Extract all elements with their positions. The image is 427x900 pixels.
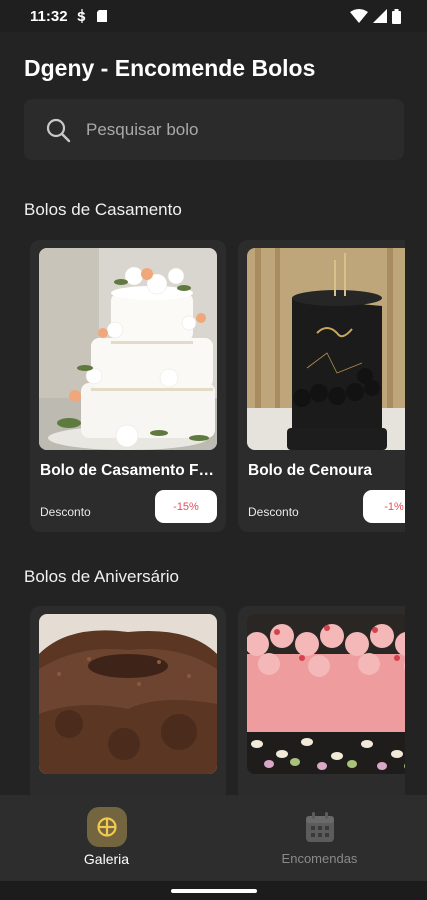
battery-icon	[392, 8, 401, 24]
bottom-nav: Galeria Encomendas	[0, 795, 427, 881]
status-right	[350, 8, 401, 24]
wifi-icon	[350, 9, 368, 23]
cake-card[interactable]	[30, 606, 226, 796]
page-title: Dgeny - Encomende Bolos	[24, 55, 316, 81]
discount-label: Desconto	[248, 505, 299, 519]
black-cake-illustration	[247, 248, 405, 450]
wedding-cake-illustration	[39, 248, 217, 450]
pink-cake-illustration	[247, 614, 405, 774]
search-input[interactable]	[86, 119, 366, 140]
cake-name: Bolo de Casamento Floral	[40, 462, 218, 479]
status-left: 11:32 S	[30, 8, 108, 25]
status-time: 11:32	[30, 7, 68, 25]
nav-item-galeria[interactable]: Galeria	[0, 795, 213, 881]
nav-icon-indicator[interactable]	[300, 807, 340, 847]
gallery-icon[interactable]	[96, 816, 118, 838]
status-bar: 11:32 S	[0, 0, 427, 32]
chocolate-cake-illustration	[39, 614, 217, 774]
cake-card[interactable]: Bolo de Casamento Floral Desconto -15%	[30, 240, 226, 532]
calendar-icon[interactable]	[303, 810, 337, 844]
cake-image[interactable]	[39, 614, 217, 774]
cake-image[interactable]	[247, 248, 405, 450]
search-icon[interactable]	[44, 116, 72, 144]
nav-label: Encomendas	[281, 851, 358, 866]
cake-card[interactable]	[238, 606, 405, 796]
cake-name: Bolo de Cenoura	[248, 462, 373, 479]
discount-badge: -1%	[363, 490, 405, 523]
cake-card[interactable]: Bolo de Cenoura Desconto -1%	[238, 240, 405, 532]
home-indicator[interactable]	[171, 889, 257, 893]
wedding-cakes-row[interactable]: Bolo de Casamento Floral Desconto -15% B…	[30, 240, 405, 540]
discount-badge: -15%	[155, 490, 217, 523]
s-notification-icon: S	[77, 9, 86, 23]
section-title-aniversario: Bolos de Aniversário	[24, 567, 179, 586]
cake-image[interactable]	[39, 248, 217, 450]
gesture-bar	[0, 881, 427, 900]
discount-label: Desconto	[40, 505, 91, 519]
nav-label: Galeria	[83, 851, 130, 867]
section-title-casamento: Bolos de Casamento	[24, 200, 182, 219]
birthday-cakes-row[interactable]	[30, 606, 405, 796]
nav-item-encomendas[interactable]: Encomendas	[213, 795, 426, 881]
cake-image[interactable]	[247, 614, 405, 774]
nav-icon-indicator[interactable]	[86, 807, 127, 847]
search-bar[interactable]	[24, 99, 404, 160]
sd-card-icon	[96, 10, 107, 22]
signal-icon	[373, 9, 387, 23]
